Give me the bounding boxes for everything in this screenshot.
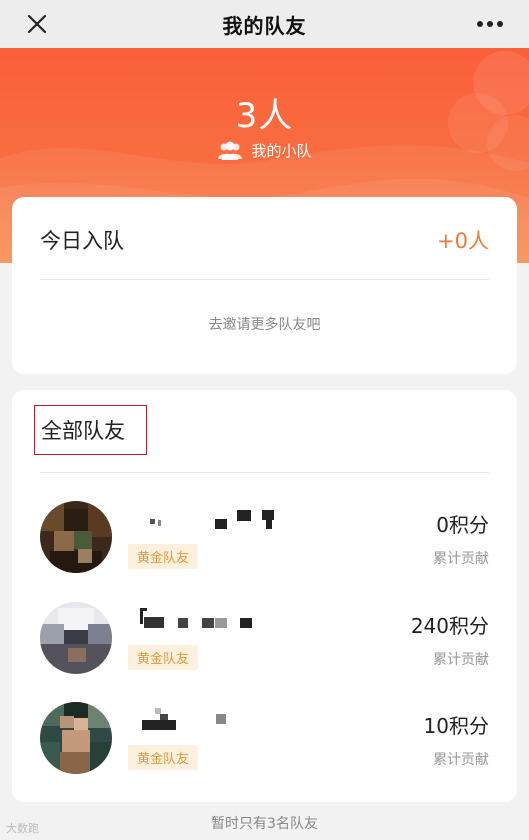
more-dots-icon[interactable] (473, 10, 507, 38)
team-subtitle: 我的小队 (251, 142, 312, 160)
member-points-label: 累计贡献 (433, 652, 489, 668)
today-join-label: 今日入队 (40, 229, 124, 253)
avatar (40, 602, 112, 674)
member-badge: 黄金队友 (128, 544, 199, 569)
avatar-image (40, 501, 112, 573)
member-points-label: 累计贡献 (433, 752, 489, 768)
today-join-value: +0人 (437, 229, 489, 253)
team-subtitle-row[interactable]: 我的小队 (0, 140, 529, 161)
watermark: 大数跑 (6, 822, 39, 835)
member-points-label: 累计贡献 (433, 551, 489, 567)
member-badge: 黄金队友 (128, 645, 199, 670)
today-join-card: 今日入队 +0人 去邀请更多队友吧 (12, 197, 517, 374)
invite-more-link[interactable]: 去邀请更多队友吧 (12, 314, 517, 334)
member-name-redacted (130, 708, 290, 734)
all-members-title-text: 全部队友 (41, 419, 125, 443)
nav-bar: 我的队友 (0, 0, 529, 48)
avatar (40, 702, 112, 774)
page-title: 我的队友 (222, 13, 307, 38)
avatar-image (40, 702, 112, 774)
member-row[interactable]: 黄金队友 10积分 累计贡献 (12, 702, 517, 782)
all-members-card: 全部队友 黄金队友 0积分 累计贡献 黄金队友 240积分 累计贡献 黄金队友 … (12, 390, 517, 802)
member-row[interactable]: 黄金队友 240积分 累计贡献 (12, 602, 517, 682)
all-members-title: 全部队友 (34, 405, 147, 455)
team-count: 3人 (235, 96, 294, 136)
member-points: 0积分 (436, 513, 489, 537)
divider (40, 472, 489, 473)
member-badge: 黄金队友 (128, 745, 199, 770)
close-icon[interactable] (22, 9, 52, 39)
avatar-image (40, 602, 112, 674)
member-name-redacted (130, 608, 290, 634)
member-row[interactable]: 黄金队友 0积分 累计贡献 (12, 501, 517, 581)
member-points: 10积分 (423, 714, 489, 738)
footer-note: 暂时只有3名队友 (211, 816, 318, 832)
member-points: 240积分 (410, 614, 489, 638)
group-icon (218, 141, 243, 160)
avatar (40, 501, 112, 573)
divider (40, 279, 489, 280)
member-name-redacted (130, 507, 290, 533)
